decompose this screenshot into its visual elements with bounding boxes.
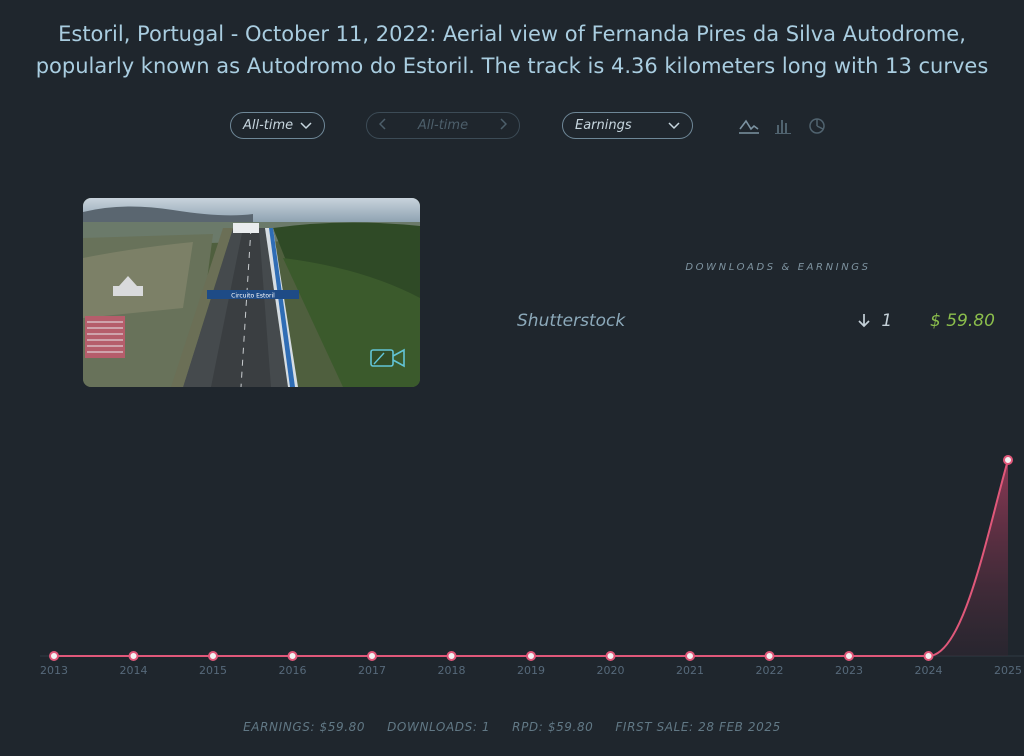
x-tick-label: 2016 [279, 664, 307, 677]
chevron-right-icon [499, 117, 508, 134]
circuit-sign-text: Circuito Estoril [231, 293, 275, 300]
footer-first-sale: FIRST SALE: 28 FEB 2025 [615, 720, 781, 734]
data-point[interactable] [685, 651, 695, 661]
video-camera-icon [370, 347, 406, 373]
data-point[interactable] [764, 651, 775, 661]
page-title: Estoril, Portugal - October 11, 2022: Ae… [0, 18, 1024, 82]
chevron-down-icon [300, 119, 312, 133]
x-tick-label: 2013 [40, 664, 68, 677]
x-tick-label: 2014 [120, 664, 148, 677]
data-point[interactable] [526, 651, 536, 661]
line-chart-icon[interactable] [738, 116, 760, 136]
data-point[interactable] [367, 651, 377, 661]
pie-chart-icon[interactable] [806, 116, 828, 136]
agency-name[interactable]: Shutterstock [517, 311, 625, 331]
downloads-count: 1 [856, 311, 892, 331]
x-tick-label: 2022 [756, 664, 784, 677]
data-point[interactable] [1003, 455, 1013, 465]
period-dropdown-label: All-time [243, 118, 294, 133]
period-dropdown[interactable]: All-time [230, 112, 325, 139]
summary-footer: EARNINGS: $59.80 DOWNLOADS: 1 RPD: $59.8… [0, 720, 1024, 734]
title-line-1: Estoril, Portugal - October 11, 2022: Ae… [58, 22, 966, 46]
footer-downloads: DOWNLOADS: 1 [387, 720, 491, 734]
x-tick-label: 2015 [199, 664, 227, 677]
series-line [54, 459, 1009, 657]
metric-dropdown[interactable]: Earnings [562, 112, 693, 139]
metric-dropdown-label: Earnings [575, 118, 632, 133]
range-selector: All-time [366, 112, 520, 139]
chevron-left-icon [378, 117, 387, 134]
data-point[interactable] [128, 651, 139, 661]
x-tick-label: 2021 [676, 664, 704, 677]
video-thumbnail[interactable]: Circuito Estoril [83, 198, 420, 387]
data-point[interactable] [49, 651, 59, 661]
chevron-down-icon [668, 119, 680, 133]
data-point[interactable] [605, 651, 616, 661]
data-point[interactable] [287, 651, 298, 661]
data-point[interactable] [208, 651, 218, 661]
x-tick-label: 2025 [994, 664, 1022, 677]
range-selector-label: All-time [417, 118, 469, 133]
footer-rpd: RPD: $59.80 [512, 720, 594, 734]
chart-type-switcher [738, 116, 828, 136]
data-point[interactable] [923, 651, 934, 661]
x-tick-label: 2017 [358, 664, 386, 677]
bar-chart-icon[interactable] [772, 116, 794, 136]
data-point[interactable] [446, 651, 457, 661]
data-point[interactable] [844, 651, 854, 661]
footer-earnings: EARNINGS: $59.80 [243, 720, 366, 734]
earnings-value: $ 59.80 [930, 311, 995, 331]
title-line-2: popularly known as Autodromo do Estoril.… [35, 54, 989, 78]
x-tick-label: 2023 [835, 664, 863, 677]
downloads-value: 1 [881, 311, 893, 331]
arrow-down-icon [856, 311, 877, 331]
x-tick-label: 2019 [517, 664, 545, 677]
earnings-line-chart: 2013 2014 2015 2016 2017 2018 2019 2020 2021 2022… [40, 455, 1024, 677]
x-tick-label: 2018 [438, 664, 466, 677]
series-area [54, 460, 1008, 656]
x-tick-label: 2024 [915, 664, 943, 677]
x-tick-label: 2020 [597, 664, 625, 677]
downloads-earnings-heading: DOWNLOADS & EARNINGS [685, 262, 871, 273]
